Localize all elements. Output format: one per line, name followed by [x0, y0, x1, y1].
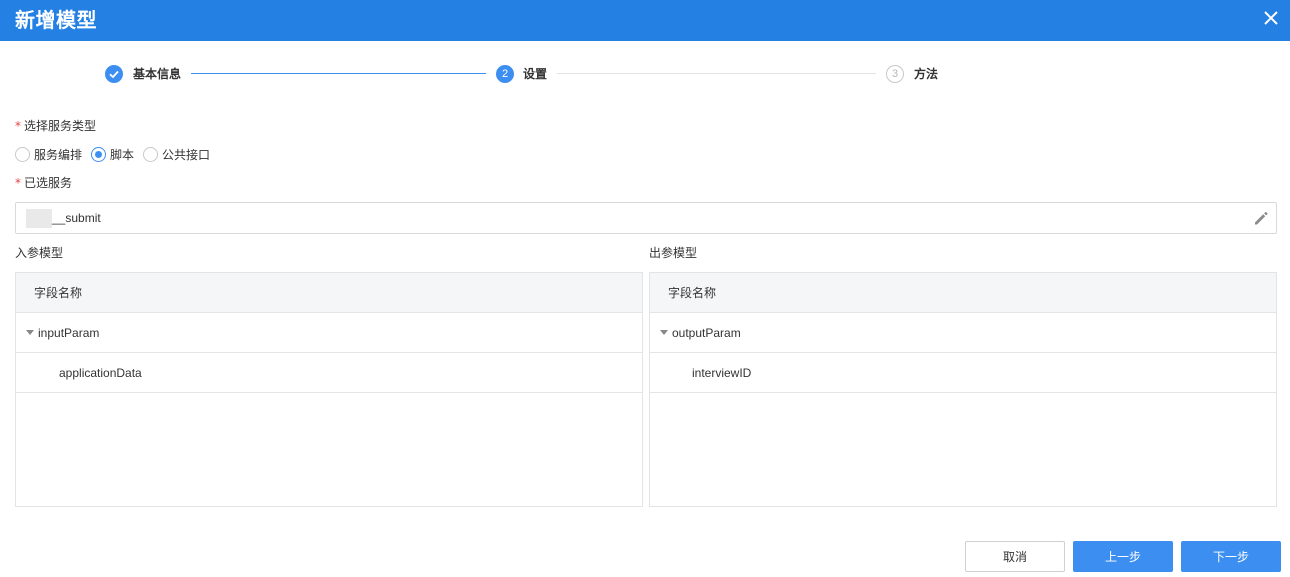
field-name: inputParam [38, 326, 100, 340]
radio-label: 服务编排 [34, 148, 83, 162]
dialog-title: 新增模型 [15, 8, 97, 32]
table-header: 字段名称 [16, 273, 642, 313]
field-name: interviewID [692, 366, 752, 380]
step-1-check-icon [105, 65, 123, 83]
service-type-label-text: 选择服务类型 [24, 119, 97, 133]
selected-service-field[interactable]: __submit [15, 202, 1277, 234]
field-name: applicationData [59, 366, 142, 380]
output-model-label: 出参模型 [649, 246, 698, 260]
pencil-icon[interactable] [1252, 209, 1270, 227]
table-row[interactable]: outputParam [650, 313, 1276, 353]
radio-public-interface[interactable]: 公共接口 [143, 146, 210, 163]
table-header: 字段名称 [650, 273, 1276, 313]
radio-script[interactable]: 脚本 [91, 146, 134, 163]
step-connector-1 [191, 73, 486, 74]
input-model-table: 字段名称 inputParam applicationData [15, 272, 643, 507]
required-mark: * [15, 119, 21, 133]
radio-service-orchestration[interactable]: 服务编排 [15, 146, 82, 163]
caret-down-icon[interactable] [660, 330, 668, 335]
next-step-button[interactable]: 下一步 [1181, 541, 1281, 572]
input-model-label: 入参模型 [15, 246, 64, 260]
service-type-label: * 选择服务类型 [15, 118, 96, 134]
step-3-number: 3 [886, 65, 904, 83]
selected-service-label-text: 已选服务 [24, 176, 73, 190]
table-row[interactable]: applicationData [16, 353, 642, 393]
selected-service-value: __submit [52, 211, 101, 225]
step-connector-2 [557, 73, 876, 74]
dialog-header: 新增模型 [0, 0, 1290, 41]
redacted-service-prefix [26, 209, 52, 228]
step-2-number: 2 [496, 65, 514, 83]
step-1-label: 基本信息 [133, 67, 182, 81]
radio-circle[interactable] [143, 147, 158, 162]
step-3-label: 方法 [914, 67, 939, 81]
table-row[interactable]: inputParam [16, 313, 642, 353]
column-header-field-name: 字段名称 [668, 286, 717, 300]
table-row[interactable]: interviewID [650, 353, 1276, 393]
field-name: outputParam [672, 326, 741, 340]
radio-label: 脚本 [110, 148, 135, 162]
previous-step-button[interactable]: 上一步 [1073, 541, 1173, 572]
column-header-field-name: 字段名称 [34, 286, 83, 300]
selected-service-label: * 已选服务 [15, 175, 72, 191]
close-icon[interactable] [1262, 9, 1280, 27]
required-mark: * [15, 176, 21, 190]
radio-circle[interactable] [15, 147, 30, 162]
radio-circle-checked[interactable] [91, 147, 106, 162]
cancel-button[interactable]: 取消 [965, 541, 1065, 572]
output-model-table: 字段名称 outputParam interviewID [649, 272, 1277, 507]
caret-down-icon[interactable] [26, 330, 34, 335]
step-2-label: 设置 [523, 67, 548, 81]
radio-label: 公共接口 [162, 148, 211, 162]
